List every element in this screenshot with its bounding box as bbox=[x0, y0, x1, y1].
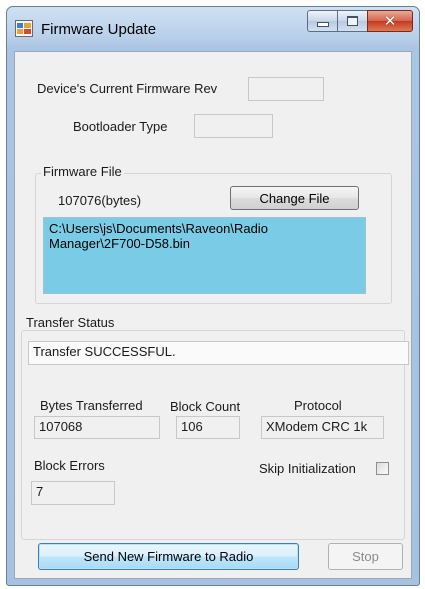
firmware-size-text: 107076(bytes) bbox=[58, 193, 142, 208]
skip-initialization-label: Skip Initialization bbox=[259, 461, 356, 476]
block-count-field[interactable]: 106 bbox=[176, 416, 240, 439]
block-count-label: Block Count bbox=[170, 399, 241, 414]
current-rev-label: Device's Current Firmware Rev bbox=[37, 81, 218, 96]
bootloader-label: Bootloader Type bbox=[73, 119, 168, 134]
firmware-update-window: Firmware Update ✕ Device's Current Firmw… bbox=[6, 6, 420, 586]
minimize-button[interactable] bbox=[307, 10, 337, 32]
skip-initialization-checkbox[interactable] bbox=[376, 462, 389, 475]
block-errors-field[interactable]: 7 bbox=[31, 481, 115, 505]
close-button[interactable]: ✕ bbox=[367, 10, 413, 32]
stop-button[interactable]: Stop bbox=[328, 543, 403, 570]
close-icon: ✕ bbox=[383, 12, 397, 30]
firmware-file-group-title: Firmware File bbox=[41, 164, 124, 179]
minimize-icon bbox=[316, 22, 329, 27]
protocol-field[interactable]: XModem CRC 1k bbox=[261, 416, 384, 439]
caption-buttons: ✕ bbox=[307, 10, 413, 34]
change-file-button[interactable]: Change File bbox=[230, 186, 359, 210]
window-title: Firmware Update bbox=[41, 21, 157, 38]
title-bar[interactable]: Firmware Update ✕ bbox=[7, 7, 419, 51]
firmware-path-field[interactable]: C:\Users\js\Documents\Raveon\Radio Manag… bbox=[43, 217, 366, 294]
maximize-icon bbox=[347, 16, 358, 26]
dialog-client-area: Device's Current Firmware Rev Bootloader… bbox=[14, 51, 412, 579]
maximize-button[interactable] bbox=[337, 10, 367, 32]
bytes-transferred-field[interactable]: 107068 bbox=[34, 416, 160, 439]
app-window-icon bbox=[15, 20, 33, 37]
block-errors-label: Block Errors bbox=[34, 458, 105, 473]
current-rev-field[interactable] bbox=[248, 77, 324, 101]
transfer-status-field[interactable]: Transfer SUCCESSFUL. bbox=[28, 341, 409, 365]
send-firmware-button[interactable]: Send New Firmware to Radio bbox=[38, 543, 299, 570]
protocol-label: Protocol bbox=[294, 398, 342, 413]
bytes-transferred-label: Bytes Transferred bbox=[40, 398, 143, 413]
transfer-status-group-title: Transfer Status bbox=[24, 315, 117, 330]
bootloader-field[interactable] bbox=[194, 114, 273, 138]
